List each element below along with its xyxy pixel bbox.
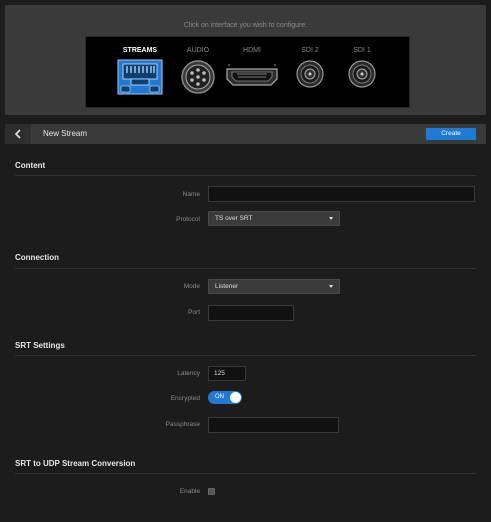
section-title-connection: Connection xyxy=(15,253,59,262)
port-label-sdi-1: SDI 1 xyxy=(353,47,371,54)
protocol-select-value: TS over SRT xyxy=(215,215,253,222)
port-label-audio: AUDIO xyxy=(186,47,210,54)
section-divider xyxy=(15,473,476,474)
encrypted-toggle[interactable]: ON xyxy=(208,391,242,404)
stream-header-bar: New Stream Create xyxy=(5,124,486,144)
port-input[interactable] xyxy=(208,305,294,321)
interface-device-panel: STREAMS AUDIO HDMI SDI 2 SDI 1 xyxy=(85,36,410,108)
port-hdmi[interactable]: HDMI xyxy=(220,47,284,95)
interface-selector-panel: Click on interface you wish to configure… xyxy=(5,5,486,115)
page-title: New Stream xyxy=(43,129,88,138)
sdi-connector-icon xyxy=(296,60,324,88)
port-label-streams: STREAMS xyxy=(122,47,158,54)
port-label-hdmi: HDMI xyxy=(243,47,261,54)
protocol-select[interactable]: TS over SRT xyxy=(208,211,340,226)
mode-select-value: Listener xyxy=(215,283,239,290)
section-divider xyxy=(15,268,476,269)
section-title-content: Content xyxy=(15,161,46,170)
latency-input[interactable] xyxy=(208,366,246,381)
port-sdi-1[interactable]: SDI 1 xyxy=(332,47,392,89)
port-sdi-2[interactable]: SDI 2 xyxy=(280,47,340,89)
section-divider xyxy=(15,175,476,176)
mode-select[interactable]: Listener xyxy=(208,279,340,294)
section-divider xyxy=(15,355,476,356)
name-label: Name xyxy=(182,191,200,198)
latency-label: Latency xyxy=(177,370,200,377)
mode-label: Mode xyxy=(183,283,200,290)
sdi-connector-icon xyxy=(348,60,376,88)
port-streams[interactable]: STREAMS xyxy=(110,47,170,95)
encrypted-label: Encrypted xyxy=(170,395,200,402)
ethernet-port-icon xyxy=(117,59,163,95)
passphrase-label: Passphrase xyxy=(165,421,200,428)
port-label-sdi-2: SDI 2 xyxy=(301,47,319,54)
enable-label: Enable xyxy=(179,488,200,495)
protocol-label: Protocol xyxy=(176,216,200,223)
port-label: Port xyxy=(188,309,200,316)
caret-down-icon xyxy=(329,285,333,288)
section-title-srt-to-udp: SRT to UDP Stream Conversion xyxy=(15,459,136,468)
back-button[interactable] xyxy=(5,124,31,144)
chevron-left-icon xyxy=(14,129,21,139)
passphrase-input[interactable] xyxy=(208,417,339,433)
hdmi-port-icon xyxy=(226,64,278,86)
enable-checkbox[interactable] xyxy=(208,488,215,495)
caret-down-icon xyxy=(329,217,333,220)
encrypted-toggle-state: ON xyxy=(215,394,224,400)
interface-hint: Click on interface you wish to configure… xyxy=(183,22,308,29)
create-button[interactable]: Create xyxy=(426,128,476,140)
name-input[interactable] xyxy=(208,186,475,202)
port-audio[interactable]: AUDIO xyxy=(168,47,228,95)
section-title-srt-settings: SRT Settings xyxy=(15,341,65,350)
toggle-knob xyxy=(230,392,241,403)
audio-connector-icon xyxy=(181,60,215,94)
